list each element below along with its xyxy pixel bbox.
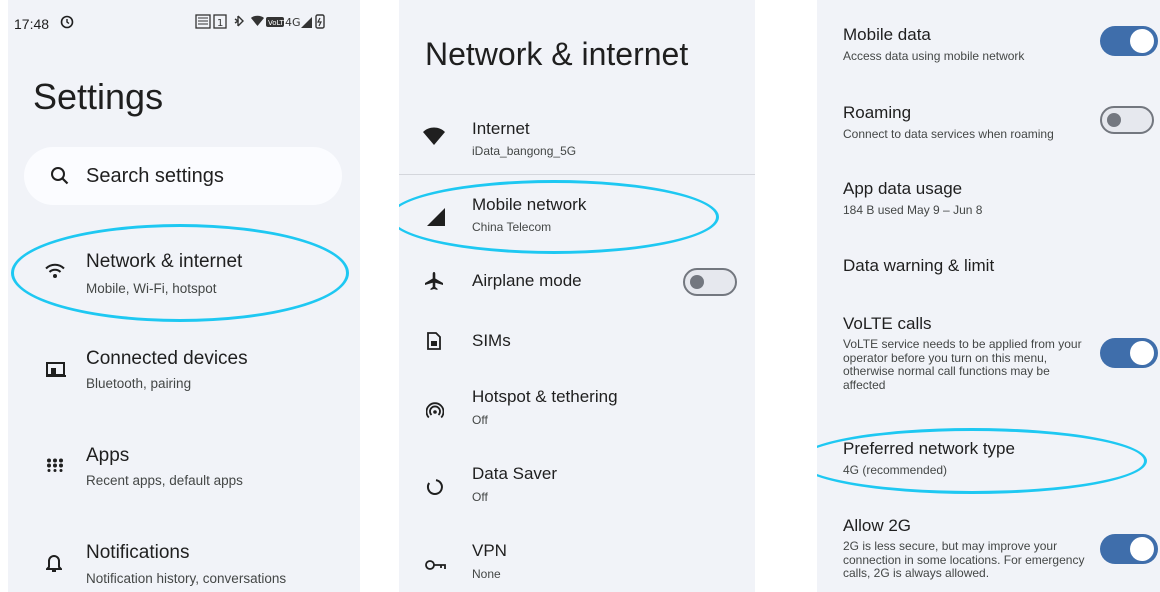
item-title: Preferred network type [843,439,1015,458]
alarm-icon [60,15,74,29]
mobile-item-data-warning[interactable]: Data warning & limit [817,252,1160,282]
hotspot-icon [426,402,444,420]
item-title: Allow 2G [843,516,912,535]
search-placeholder: Search settings [86,165,224,187]
wifi-icon [45,263,65,279]
roaming-toggle[interactable] [1100,106,1154,134]
settings-item-connected-devices[interactable]: Connected devices Bluetooth, pairing [8,337,360,401]
airplane-mode-toggle[interactable] [683,268,737,296]
svg-text:4G: 4G [285,16,301,29]
network-item-internet[interactable]: Internet iData_bangong_5G [399,112,755,172]
cell-signal-icon [427,208,445,226]
item-title: Airplane mode [472,271,582,290]
status-time: 17:48 [14,16,50,32]
mobile-item-allow-2g[interactable]: Allow 2G 2G is less secure, but may impr… [817,514,1160,592]
item-title: Apps [86,445,130,466]
item-title: SIMs [472,331,511,350]
search-bar[interactable]: Search settings [24,147,342,205]
mobile-network-screen: Mobile data Access data using mobile net… [817,0,1160,592]
network-item-data-saver[interactable]: Data Saver Off [399,458,755,514]
mobile-item-mobile-data[interactable]: Mobile data Access data using mobile net… [817,22,1160,72]
item-subtitle: None [472,567,501,581]
network-item-vpn[interactable]: VPN None [399,536,755,592]
status-icons: 1 VoLTE 4G [194,13,344,31]
item-title: VoLTE calls [843,314,932,333]
divider [399,174,755,175]
data-saver-icon [426,478,444,496]
item-subtitle: 4G (recommended) [843,463,948,477]
mobile-item-roaming[interactable]: Roaming Connect to data services when ro… [817,100,1160,150]
settings-item-network[interactable]: Network & internet Mobile, Wi-Fi, hotspo… [8,240,360,304]
apps-grid-icon [46,458,64,472]
mobile-data-toggle[interactable] [1100,26,1158,56]
item-subtitle: Recent apps, default apps [86,473,243,488]
item-title: Mobile network [472,195,587,214]
item-subtitle: VoLTE service needs to be applied from y… [843,337,1082,392]
network-item-hotspot[interactable]: Hotspot & tethering Off [399,380,755,436]
item-title: App data usage [843,179,963,198]
item-subtitle: Bluetooth, pairing [86,376,192,391]
item-subtitle: Access data using mobile network [843,49,1025,63]
mobile-item-app-data-usage[interactable]: App data usage 184 B used May 9 – Jun 8 [817,177,1160,227]
allow-2g-toggle[interactable] [1100,534,1158,564]
mobile-item-preferred-network-type[interactable]: Preferred network type 4G (recommended) [817,436,1160,482]
settings-screen: 17:48 1 VoLTE 4G Settings Search setting… [8,0,360,592]
item-subtitle: iData_bangong_5G [472,144,577,158]
item-title: Mobile data [843,25,931,44]
mobile-item-volte-calls[interactable]: VoLTE calls VoLTE service needs to be ap… [817,312,1160,404]
item-subtitle: Mobile, Wi-Fi, hotspot [86,281,217,296]
item-subtitle: China Telecom [472,220,552,234]
item-title: Internet [472,119,530,138]
item-title: Network & internet [86,251,243,272]
devices-icon [46,362,66,378]
item-title: Data Saver [472,464,558,483]
item-subtitle: Notification history, conversations [86,571,287,586]
item-title: VPN [472,541,507,560]
item-title: Hotspot & tethering [472,387,618,406]
item-subtitle: 184 B used May 9 – Jun 8 [843,203,983,217]
item-title: Roaming [843,103,912,122]
item-subtitle: 2G is less secure, but may improve your … [843,539,1085,580]
item-title: Data warning & limit [843,256,995,275]
airplane-icon [424,271,444,291]
volte-toggle[interactable] [1100,338,1158,368]
sim-icon [427,332,441,350]
item-title: Notifications [86,542,190,563]
network-item-airplane-mode[interactable]: Airplane mode [399,262,755,302]
settings-item-notifications[interactable]: Notifications Notification history, conv… [8,531,360,592]
item-title: Connected devices [86,348,248,369]
item-subtitle: Off [472,413,488,427]
item-subtitle: Off [472,490,488,504]
wifi-icon [423,127,445,145]
bell-icon [46,553,62,573]
network-item-sims[interactable]: SIMs [399,322,755,362]
page-title: Settings [33,76,164,117]
item-subtitle: Connect to data services when roaming [843,127,1054,141]
network-internet-screen: Network & internet Internet iData_bangon… [399,0,755,592]
search-icon [50,166,70,186]
svg-text:1: 1 [217,18,223,29]
settings-item-apps[interactable]: Apps Recent apps, default apps [8,434,360,498]
network-item-mobile-network[interactable]: Mobile network China Telecom [399,188,755,248]
page-title: Network & internet [425,36,689,72]
vpn-key-icon [424,558,446,572]
